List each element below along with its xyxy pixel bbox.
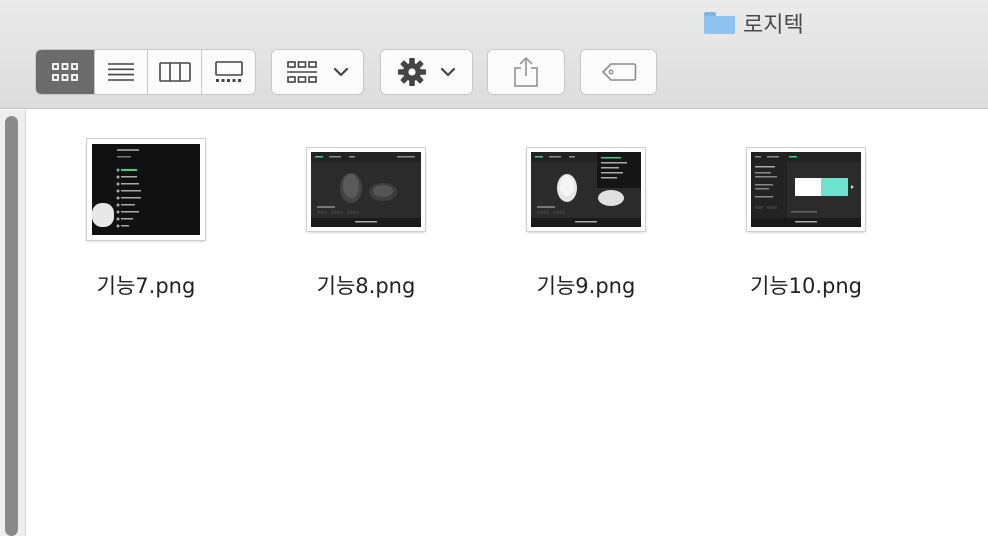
chevron-down-icon bbox=[333, 67, 348, 77]
action-button[interactable] bbox=[380, 49, 473, 95]
image-preview-icon bbox=[311, 152, 421, 227]
image-preview-icon bbox=[751, 152, 861, 227]
group-icon bbox=[286, 61, 317, 83]
file-name[interactable]: 기능7.png bbox=[66, 270, 226, 300]
list-view-button[interactable] bbox=[95, 50, 148, 94]
gear-icon bbox=[397, 58, 426, 86]
tag-icon bbox=[601, 63, 636, 81]
columns-icon bbox=[158, 62, 191, 82]
image-preview-icon bbox=[531, 152, 641, 227]
sidebar-scrollbar[interactable] bbox=[0, 110, 26, 536]
finder-toolbar: 로지텍 bbox=[0, 0, 988, 109]
image-preview-icon bbox=[92, 144, 200, 235]
grid-icon bbox=[52, 63, 78, 81]
file-name[interactable]: 기능9.png bbox=[506, 270, 666, 300]
view-mode-segmented-control bbox=[35, 49, 256, 95]
tag-button[interactable] bbox=[580, 49, 657, 95]
list-icon bbox=[108, 63, 134, 81]
file-name[interactable]: 기능10.png bbox=[726, 270, 886, 300]
group-by-button[interactable] bbox=[271, 49, 364, 95]
file-thumbnail[interactable] bbox=[747, 148, 865, 231]
share-icon bbox=[514, 56, 538, 87]
file-thumbnail[interactable] bbox=[527, 148, 645, 231]
folder-icon bbox=[704, 12, 735, 34]
file-thumbnail[interactable] bbox=[87, 139, 205, 240]
window-title: 로지텍 bbox=[704, 9, 804, 38]
chevron-down-icon bbox=[440, 67, 455, 77]
gallery-icon bbox=[214, 61, 243, 82]
scrollbar-thumb[interactable] bbox=[5, 116, 18, 536]
file-name[interactable]: 기능8.png bbox=[286, 270, 446, 300]
icon-view-button[interactable] bbox=[36, 50, 95, 94]
file-thumbnail[interactable] bbox=[307, 148, 425, 231]
window-title-text: 로지텍 bbox=[743, 13, 804, 38]
column-view-button[interactable] bbox=[148, 50, 202, 94]
share-button[interactable] bbox=[487, 49, 565, 95]
gallery-view-button[interactable] bbox=[202, 50, 255, 94]
